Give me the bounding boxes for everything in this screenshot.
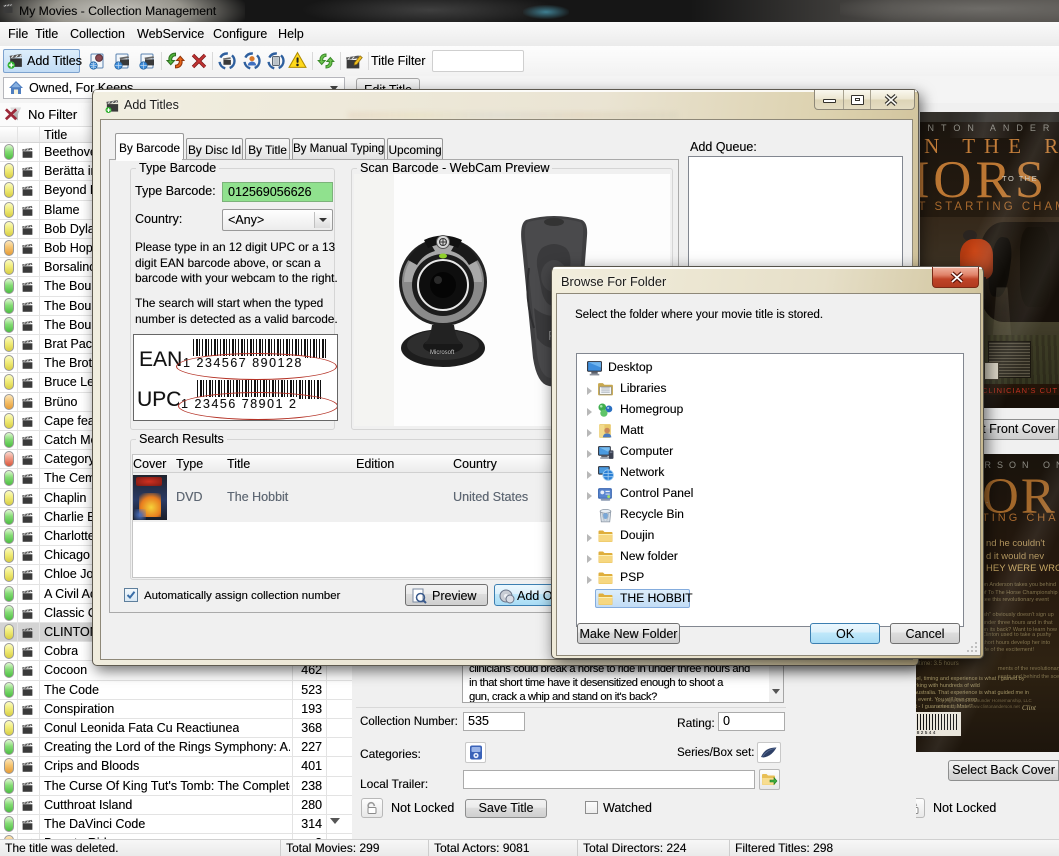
svg-text:Microsoft: Microsoft: [430, 350, 455, 356]
